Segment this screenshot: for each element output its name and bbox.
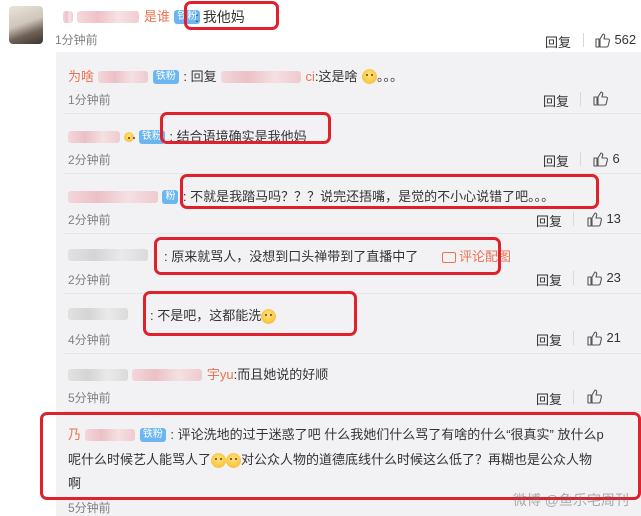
username-blurred[interactable] xyxy=(68,368,128,381)
like-button[interactable]: 562 xyxy=(594,31,636,49)
like-button[interactable]: 23 xyxy=(586,269,621,287)
divider xyxy=(580,92,581,106)
username-blurred[interactable] xyxy=(63,10,73,23)
thumbs-up-icon[interactable] xyxy=(586,388,602,404)
reply-username[interactable]: 宇yu xyxy=(207,367,234,382)
fan-badge[interactable]: 粉 xyxy=(162,189,179,204)
username-blurred[interactable] xyxy=(77,10,140,23)
thumbs-up-icon xyxy=(587,331,602,346)
username-blurred[interactable] xyxy=(68,307,128,320)
row-divider xyxy=(64,113,641,114)
reply-button[interactable]: 回复 xyxy=(545,32,571,51)
thumbs-up-icon[interactable] xyxy=(592,90,608,106)
reply-button[interactable]: 回复 xyxy=(536,389,562,408)
reply-button[interactable]: 回复 xyxy=(536,330,562,349)
reply-text: : 回复 xyxy=(183,69,217,84)
reply-header xyxy=(68,305,128,323)
reply-username[interactable]: 为啥 xyxy=(68,69,94,84)
reply-header: 为啥 铁粉 : 回复 ci:这是啥 。。。 xyxy=(68,66,403,86)
highlight-box xyxy=(160,112,331,144)
row-divider xyxy=(64,353,641,354)
reply-button[interactable]: 回复 xyxy=(536,270,562,289)
timestamp: 2分钟前 xyxy=(68,273,111,287)
reply-header: 宇yu:而且她说的好顺 xyxy=(68,364,328,384)
watermark: 微博 @鱼乐宅周刊 xyxy=(512,492,629,508)
timestamp: 5分钟前 xyxy=(68,391,111,405)
timestamp: 5分钟前 xyxy=(68,501,111,515)
username-blurred[interactable] xyxy=(221,70,302,83)
username-blurred[interactable] xyxy=(68,248,148,261)
username-blurred[interactable] xyxy=(132,368,203,381)
highlight-box xyxy=(180,174,599,209)
mentioned-user[interactable]: ci xyxy=(306,69,315,84)
like-button[interactable]: 21 xyxy=(586,329,621,347)
like-count: 13 xyxy=(606,211,621,226)
timestamp: 1分钟前 xyxy=(68,93,111,107)
like-count: 562 xyxy=(614,32,637,47)
like-button[interactable]: 13 xyxy=(586,210,621,228)
main-comment-header: 是谁 铁粉 xyxy=(63,6,201,26)
avatar[interactable] xyxy=(9,6,43,44)
timestamp: 2分钟前 xyxy=(68,153,111,167)
highlight-box xyxy=(154,237,501,275)
highlight-box xyxy=(184,1,279,30)
username-blurred[interactable] xyxy=(98,70,149,83)
row-divider xyxy=(64,233,641,234)
divider xyxy=(573,271,574,285)
timestamp: 4分钟前 xyxy=(68,333,111,347)
reply-button[interactable]: 回复 xyxy=(543,151,569,170)
divider xyxy=(580,152,581,166)
fan-badge[interactable]: 铁粉 xyxy=(152,69,179,84)
reply-text: :而且她说的好顺 xyxy=(233,367,329,382)
thumbs-up-icon xyxy=(587,212,602,227)
like-count: 6 xyxy=(612,151,620,166)
divider xyxy=(573,212,574,226)
like-button[interactable]: 6 xyxy=(592,150,620,168)
divider xyxy=(573,331,574,345)
reply-header xyxy=(68,246,148,264)
emoji-icon xyxy=(361,69,377,85)
reply-button[interactable]: 回复 xyxy=(543,91,569,110)
timestamp: 1分钟前 xyxy=(55,33,98,47)
username[interactable]: 是谁 xyxy=(144,9,170,24)
thumbs-up-icon xyxy=(593,152,608,167)
heart-icon xyxy=(124,131,135,142)
like-count: 21 xyxy=(606,330,621,345)
username-blurred[interactable] xyxy=(68,190,158,203)
reply-text: :这是啥 xyxy=(314,69,358,84)
like-count: 23 xyxy=(606,270,621,285)
reply-text: 。。。 xyxy=(376,69,403,84)
timestamp: 2分钟前 xyxy=(68,213,111,227)
username-blurred[interactable] xyxy=(68,130,120,143)
divider xyxy=(583,33,584,47)
thumbs-up-icon xyxy=(595,33,610,48)
reply-button[interactable]: 回复 xyxy=(536,211,562,230)
divider xyxy=(573,390,574,404)
highlight-box xyxy=(143,291,357,336)
highlight-box xyxy=(40,412,641,500)
thumbs-up-icon xyxy=(587,271,602,286)
